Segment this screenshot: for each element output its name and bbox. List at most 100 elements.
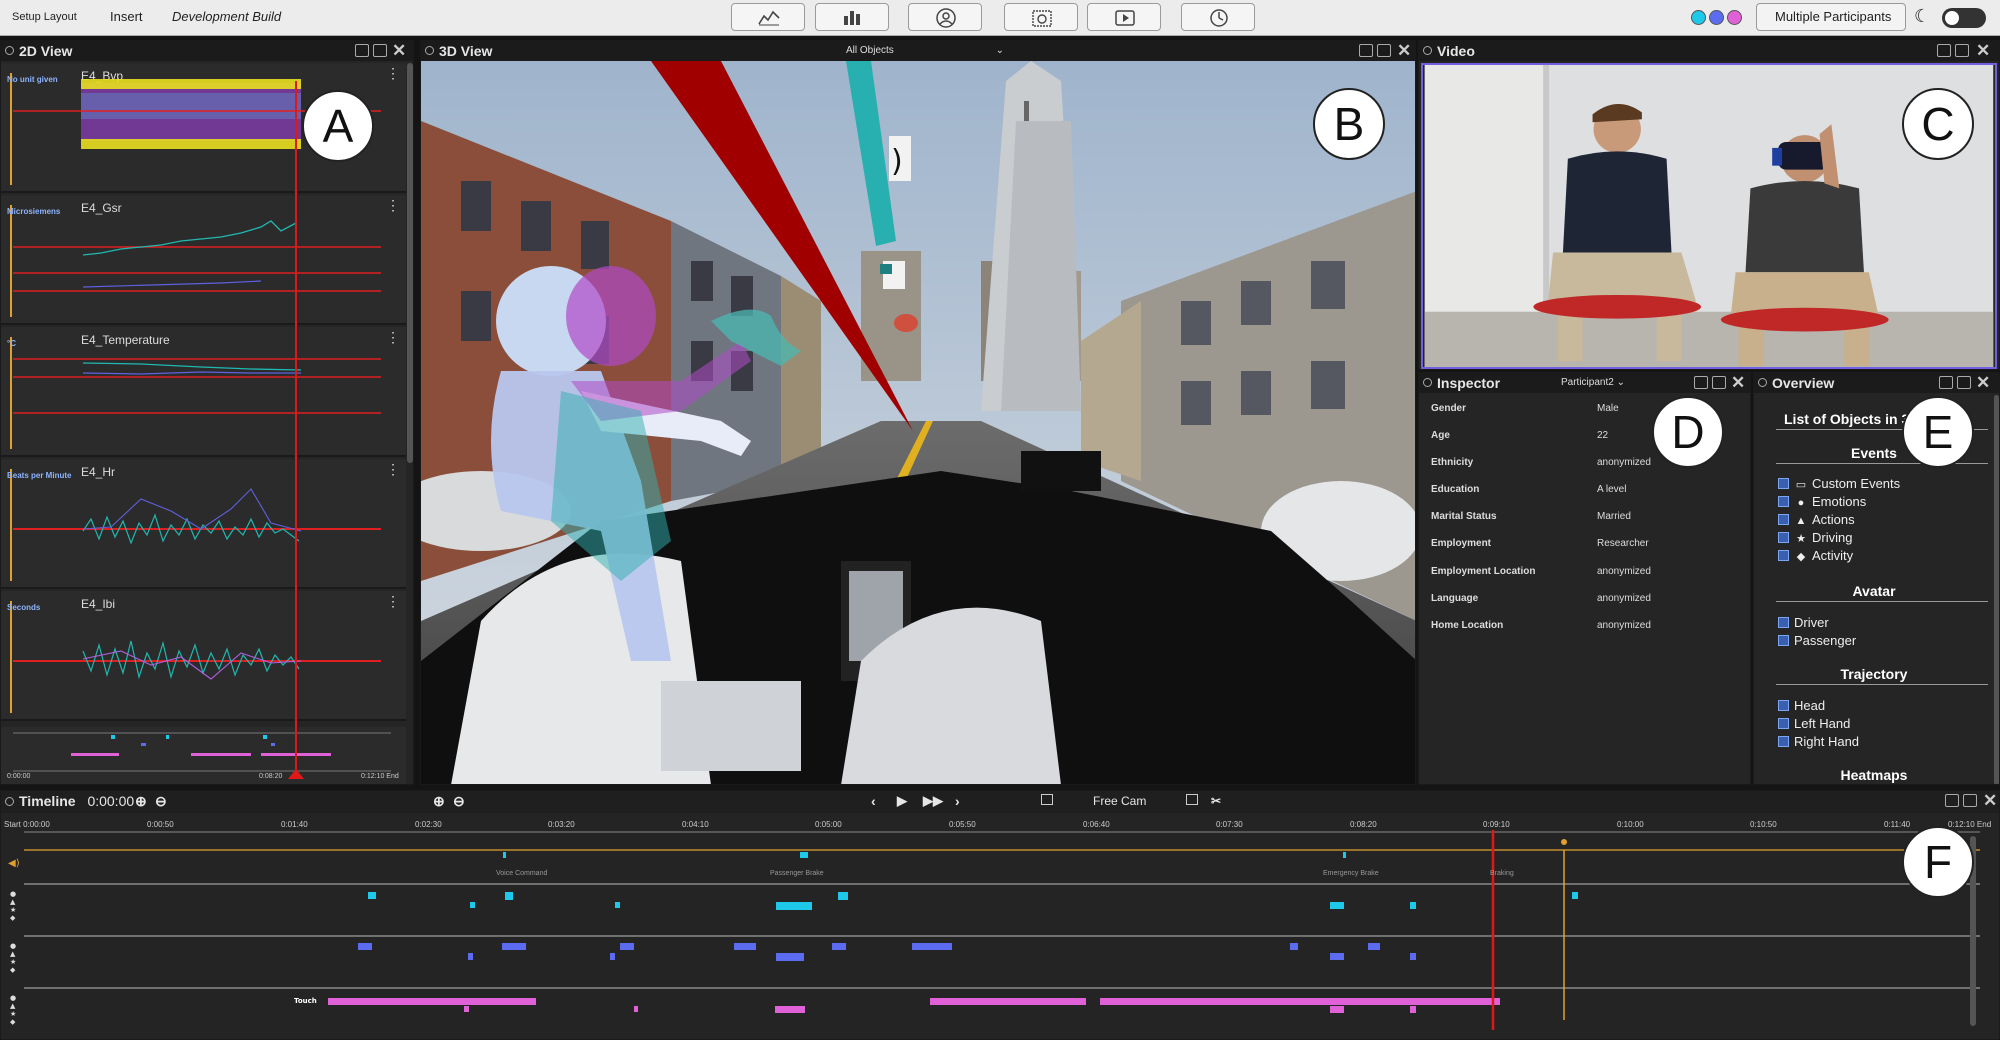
camera-icon[interactable] <box>1041 794 1053 805</box>
chat-icon: ▭ <box>1795 479 1807 491</box>
history-button[interactable] <box>1181 3 1255 31</box>
camera-mode[interactable]: Free Cam <box>1093 791 1146 811</box>
scrollbar-2d[interactable] <box>407 63 413 463</box>
tick-label: 0:01:40 <box>281 820 308 829</box>
save-layout-icon[interactable] <box>1945 794 1959 807</box>
moon-icon: ☾ <box>1914 6 1931 26</box>
inspector-value: A level <box>1597 484 1627 495</box>
event-actions[interactable]: ▲ Actions <box>1778 513 1855 527</box>
playhead-2d-handle[interactable] <box>288 769 304 779</box>
video-header: Video ✕ <box>1419 41 1999 61</box>
object-filter-select[interactable]: All Objects ⌄ <box>846 41 1004 61</box>
participant-dot-1[interactable] <box>1691 10 1706 25</box>
previous-icon[interactable]: ‹ <box>871 791 876 811</box>
view-3d-panel: 3D View All Objects ⌄ ✕) <box>420 40 1416 785</box>
zoom-in-icon[interactable]: ⊕ <box>135 791 147 811</box>
close-icon[interactable]: ✕ <box>1397 42 1411 59</box>
play-icon[interactable]: ▶ <box>897 791 907 811</box>
chart-icon <box>758 10 780 26</box>
inspector-value: Married <box>1597 511 1631 522</box>
build-label: Development Build <box>172 9 282 24</box>
tick-label: 0:10:50 <box>1750 820 1777 829</box>
event-activity[interactable]: ◆ Activity <box>1778 549 1853 563</box>
track-hr[interactable]: Beats per Minute E4_Hr ⋮ <box>1 459 406 589</box>
top-bar: Setup Layout Insert Development Build Mu… <box>0 0 2000 36</box>
track-temperature[interactable]: °C E4_Temperature ⋮ <box>1 327 406 457</box>
close-icon[interactable]: ✕ <box>1976 374 1990 391</box>
trajectory-right-hand[interactable]: Right Hand <box>1778 735 1859 749</box>
save-layout-icon[interactable] <box>1359 44 1373 57</box>
panel-icon <box>5 797 14 806</box>
track-ibi[interactable]: Seconds E4_Ibi ⋮ <box>1 591 406 721</box>
zoom-out-icon[interactable]: ⊖ <box>155 791 167 811</box>
dark-mode-toggle[interactable] <box>1942 8 1986 28</box>
participant-dot-3[interactable] <box>1727 10 1742 25</box>
event-emotions[interactable]: ● Emotions <box>1778 495 1866 509</box>
svg-text:▲: ▲ <box>10 950 16 958</box>
remove-icon[interactable]: ⊖ <box>453 791 465 811</box>
view-3d-header: 3D View All Objects ⌄ ✕ <box>421 41 1415 61</box>
record-icon[interactable] <box>1186 794 1198 805</box>
close-icon[interactable]: ✕ <box>392 42 406 59</box>
insert-menu[interactable]: Insert <box>110 0 143 34</box>
statistics-button[interactable] <box>815 3 889 31</box>
event-custom-events[interactable]: ▭ Custom Events <box>1778 477 1900 491</box>
screenshot-icon[interactable] <box>1712 376 1726 389</box>
close-icon[interactable]: ✕ <box>1731 374 1745 391</box>
overview-scrollbar[interactable] <box>1994 395 1999 784</box>
screenshot-icon[interactable] <box>1957 376 1971 389</box>
tick-label: 0:04:10 <box>682 820 709 829</box>
add-icon[interactable]: ⊕ <box>433 791 445 811</box>
tick-label: 0:10:00 <box>1617 820 1644 829</box>
screenshot-icon[interactable] <box>1377 44 1391 57</box>
temperature-plot <box>13 358 381 414</box>
playhead-2d[interactable] <box>295 81 297 777</box>
svg-text:★: ★ <box>10 1010 16 1018</box>
save-layout-icon[interactable] <box>1939 376 1953 389</box>
scene-3d[interactable]: ) <box>421 61 1416 785</box>
tick-label: 0:06:40 <box>1083 820 1110 829</box>
participant-select[interactable]: Participant2 ⌄ <box>1561 373 1625 393</box>
timeline-time: 0:00:00 <box>87 793 135 809</box>
close-icon[interactable]: ✕ <box>1983 792 1997 809</box>
screenshot-icon[interactable] <box>373 44 387 57</box>
line-chart-button[interactable] <box>731 3 805 31</box>
marker-b: B <box>1313 88 1385 160</box>
timeline-tracks[interactable]: ◀) ●▲★◆ ●▲★◆ ●▲★◆ Touch <box>0 830 2000 1040</box>
marker-e: E <box>1902 396 1974 468</box>
event-driving[interactable]: ★ Driving <box>1778 531 1852 545</box>
mini-start-label: 0:00:00 <box>7 773 31 780</box>
setup-layout-menu[interactable]: Setup Layout <box>12 0 77 34</box>
inspector-value: anonymized <box>1597 457 1651 468</box>
participant-button[interactable] <box>908 3 982 31</box>
screenshot-button[interactable] <box>1004 3 1078 31</box>
video-button[interactable] <box>1087 3 1161 31</box>
track-gsr[interactable]: Microsiemens E4_Gsr ⋮ <box>1 195 406 325</box>
screenshot-icon[interactable] <box>1955 44 1969 57</box>
overview-title: Overview <box>1772 375 1835 391</box>
screenshot-icon[interactable] <box>1963 794 1977 807</box>
inspector-key: Home Location <box>1431 620 1504 631</box>
tick-label: 0:05:00 <box>815 820 842 829</box>
view-3d-title: 3D View <box>439 43 493 59</box>
participants-select[interactable]: Multiple Participants <box>1756 3 1906 31</box>
panel-icon <box>425 46 434 55</box>
trajectory-head[interactable]: Head <box>1778 699 1825 713</box>
fast-forward-icon[interactable]: ▶▶ <box>923 791 943 811</box>
participant-dot-2[interactable] <box>1709 10 1724 25</box>
svg-text:●: ● <box>10 890 16 898</box>
trajectory-left-hand[interactable]: Left Hand <box>1778 717 1850 731</box>
avatar-driver[interactable]: Driver <box>1778 616 1829 630</box>
next-icon[interactable]: › <box>955 791 960 811</box>
close-icon[interactable]: ✕ <box>1976 42 1990 59</box>
avatar-passenger[interactable]: Passenger <box>1778 634 1856 648</box>
save-layout-icon[interactable] <box>355 44 369 57</box>
save-layout-icon[interactable] <box>1694 376 1708 389</box>
tick-label: Start 0:00:00 <box>4 820 50 829</box>
mini-mid-label: 0:08:20 <box>259 773 283 780</box>
tick-label: 0:09:10 <box>1483 820 1510 829</box>
tick-label: 0:00:50 <box>147 820 174 829</box>
save-layout-icon[interactable] <box>1937 44 1951 57</box>
scissors-icon[interactable]: ✂ <box>1211 791 1221 811</box>
mini-timeline[interactable]: 0:00:00 0:08:20 0:12:10 End <box>1 727 406 784</box>
